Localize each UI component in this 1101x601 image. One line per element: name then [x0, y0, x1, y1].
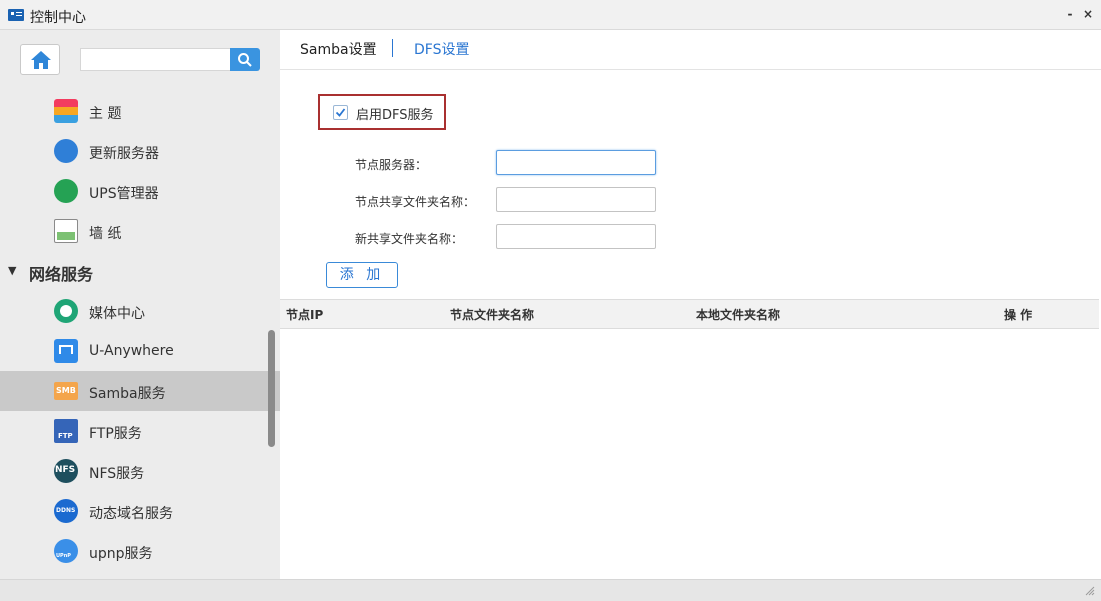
ddns-icon-text: DDNS — [56, 507, 76, 514]
minimize-button[interactable]: - — [1062, 6, 1078, 22]
ups-icon — [54, 179, 78, 203]
search-icon — [238, 53, 252, 67]
sidebar-item-label: U-Anywhere — [89, 343, 174, 359]
sidebar-item-ftp[interactable]: FTP FTP服务 — [0, 411, 280, 451]
sidebar-item-theme[interactable]: 主 题 — [0, 91, 280, 131]
sidebar-item-label: Samba服务 — [89, 386, 166, 402]
new-share-input[interactable] — [496, 224, 656, 249]
sidebar-item-wallpaper[interactable]: 墙 纸 — [0, 211, 280, 251]
enable-dfs-highlight: 启用DFS服务 — [318, 94, 446, 130]
sidebar-item-label: UPS管理器 — [89, 186, 159, 202]
sidebar-item-label: 媒体中心 — [89, 306, 145, 322]
search-button[interactable] — [230, 48, 260, 71]
column-node-ip[interactable]: 节点IP — [286, 306, 323, 323]
title-bar: 控制中心 - × — [0, 0, 1101, 30]
sidebar-item-update-server[interactable]: 更新服务器 — [0, 131, 280, 171]
sidebar-item-label: 墙 纸 — [89, 226, 122, 242]
table-header: 节点IP 节点文件夹名称 本地文件夹名称 操 作 — [280, 299, 1099, 329]
enable-dfs-checkbox[interactable] — [333, 105, 348, 120]
sidebar-item-label: upnp服务 — [89, 546, 153, 562]
theme-icon — [54, 99, 78, 123]
u-anywhere-icon — [54, 339, 78, 363]
samba-icon: SMB — [54, 382, 78, 400]
status-bar — [0, 579, 1101, 601]
sidebar-item-nfs[interactable]: NFS NFS服务 — [0, 451, 280, 491]
ddns-icon: DDNS — [54, 499, 78, 523]
update-server-icon — [54, 139, 78, 163]
node-share-label: 节点共享文件夹名称： — [355, 195, 476, 209]
ftp-icon: FTP — [54, 419, 78, 443]
sidebar-item-label: NFS服务 — [89, 466, 145, 482]
sidebar-item-label: FTP服务 — [89, 426, 142, 442]
search-input[interactable] — [80, 48, 230, 71]
section-network-services[interactable]: ▼ 网络服务 — [0, 251, 280, 291]
home-icon — [31, 51, 51, 69]
media-center-icon — [54, 299, 78, 323]
sidebar-item-label: 动态域名服务 — [89, 506, 173, 522]
add-button[interactable]: 添 加 — [326, 262, 398, 288]
checkmark-icon — [335, 108, 346, 117]
column-actions[interactable]: 操 作 — [1004, 306, 1032, 323]
expand-triangle-icon: ▼ — [8, 264, 17, 277]
samba-icon-text: SMB — [56, 386, 76, 395]
control-center-icon — [8, 9, 24, 21]
tab-samba-settings[interactable]: Samba设置 — [300, 39, 377, 59]
node-server-input[interactable] — [496, 150, 656, 175]
enable-dfs-label: 启用DFS服务 — [356, 108, 434, 123]
wallpaper-icon — [54, 219, 78, 243]
sidebar-item-samba[interactable]: SMB Samba服务 — [0, 371, 280, 411]
close-button[interactable]: × — [1080, 6, 1096, 22]
node-share-input[interactable] — [496, 187, 656, 212]
upnp-icon-text: UPnP — [56, 553, 71, 559]
resize-grip-icon[interactable] — [1083, 584, 1095, 596]
sidebar-item-ddns[interactable]: DDNS 动态域名服务 — [0, 491, 280, 531]
sidebar: 主 题 更新服务器 UPS管理器 墙 纸 ▼ 网络服务 媒体中心 U-Anywh… — [0, 30, 280, 579]
node-server-label: 节点服务器： — [355, 158, 428, 172]
column-node-folder[interactable]: 节点文件夹名称 — [450, 306, 534, 323]
sidebar-item-u-anywhere[interactable]: U-Anywhere — [0, 331, 280, 371]
tab-bar: Samba设置 DFS设置 — [280, 30, 1101, 70]
home-button[interactable] — [20, 44, 60, 75]
sidebar-item-label: 更新服务器 — [89, 146, 159, 162]
ftp-icon-text: FTP — [58, 432, 73, 440]
tab-dfs-settings[interactable]: DFS设置 — [414, 39, 469, 59]
upnp-icon: UPnP — [54, 539, 78, 563]
sidebar-item-upnp[interactable]: UPnP upnp服务 — [0, 531, 280, 571]
nfs-icon: NFS — [54, 459, 78, 483]
sidebar-item-label: 主 题 — [89, 106, 122, 122]
tab-separator — [392, 39, 393, 57]
sidebar-scrollbar[interactable] — [268, 330, 275, 447]
new-share-label: 新共享文件夹名称： — [355, 232, 464, 246]
nfs-icon-text: NFS — [55, 465, 76, 475]
section-label: 网络服务 — [29, 265, 94, 284]
sidebar-item-media-center[interactable]: 媒体中心 — [0, 291, 280, 331]
window-title: 控制中心 — [30, 10, 86, 26]
column-local-folder[interactable]: 本地文件夹名称 — [696, 306, 780, 323]
main-panel: Samba设置 DFS设置 启用DFS服务 节点服务器： 节点共享文件夹名称： … — [280, 30, 1101, 579]
sidebar-item-ups[interactable]: UPS管理器 — [0, 171, 280, 211]
